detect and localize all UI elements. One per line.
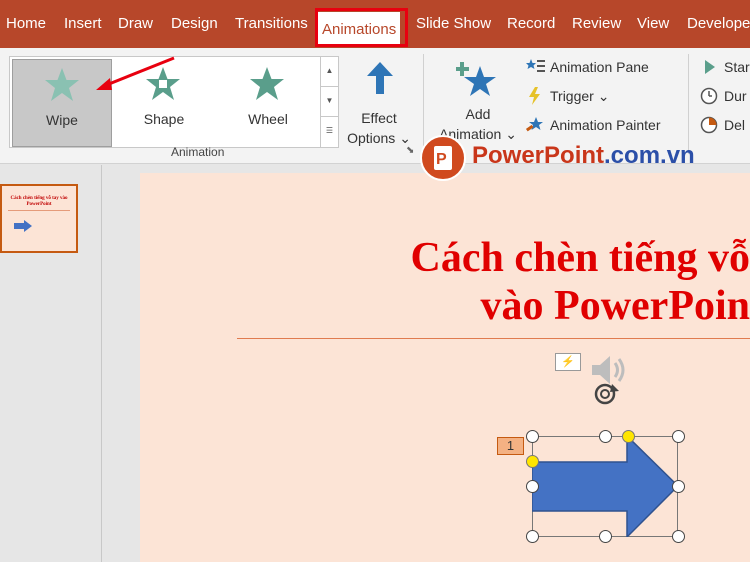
gallery-item-label: Wheel [248,111,288,127]
tab-design[interactable]: Design [171,12,218,36]
slide-thumbnail-pane: Cách chèn tiếng vỗ tay vào PowerPoint [0,165,102,562]
add-animation-star-icon [456,62,496,96]
tab-review[interactable]: Review [572,12,621,36]
tab-developer[interactable]: Develope [687,12,750,36]
wipe-star-icon [45,68,79,101]
gallery-more-icon[interactable]: ☰ [321,117,338,147]
resize-handle[interactable] [526,480,539,493]
thumbnail-arrow-icon [14,220,32,232]
tab-view[interactable]: View [637,12,669,36]
up-arrow-icon [367,62,393,94]
tab-record[interactable]: Record [507,12,555,36]
svg-text:P: P [436,151,447,168]
trigger-indicator-icon[interactable]: ⚡ [555,353,581,371]
annotation-arrow-icon [96,56,175,90]
thumbnail-divider [8,210,70,211]
group-label-animation: Animation [171,145,225,159]
resize-handle[interactable] [672,480,685,493]
watermark-text-part2: .com.vn [604,142,695,169]
add-animation-line1: Add [465,106,491,122]
scroll-up-icon[interactable]: ▲ [321,57,338,87]
effect-options-line1: Effect [361,110,397,126]
gallery-item-label: Shape [143,111,185,127]
tab-slide-show[interactable]: Slide Show [416,12,491,36]
gallery-item-wheel[interactable]: Wheel [218,59,318,147]
resize-handle[interactable] [526,430,539,443]
tab-home[interactable]: Home [6,12,46,36]
effect-options-button[interactable]: Effect Options ⌄ [343,56,415,146]
gallery-scrollbar[interactable]: ▲ ▼ ☰ [320,57,338,147]
right-arrow-shape[interactable] [532,436,678,537]
adjust-handle[interactable] [622,430,635,443]
slide[interactable]: Cách chèn tiếng vỗ vào PowerPoin ⚡ 1 [140,173,750,562]
resize-handle[interactable] [599,530,612,543]
resize-handle[interactable] [672,430,685,443]
thumbnail-title: Cách chèn tiếng vỗ tay vào PowerPoint [10,196,68,207]
slide-title-line2[interactable]: vào PowerPoin [0,283,750,329]
play-icon [705,60,715,74]
watermark-text-part1: PowerPoint [472,142,605,169]
tab-insert[interactable]: Insert [64,12,102,36]
tab-transitions[interactable]: Transitions [235,12,308,36]
scroll-down-icon[interactable]: ▼ [321,87,338,117]
animation-painter-icon [526,117,543,132]
slide-title-line1[interactable]: Cách chèn tiếng vỗ [0,235,750,281]
ribbon-separator [688,54,689,154]
dialog-launcher-icon[interactable]: ⬊ [406,145,414,156]
powerpoint-logo-icon: P [420,135,466,181]
gallery-item-label: Wipe [46,112,78,128]
adjust-handle[interactable] [526,455,539,468]
resize-handle[interactable] [672,530,685,543]
effect-options-line2: Options ⌄ [347,130,411,146]
add-animation-button[interactable]: Add Animation ⌄ [430,54,526,144]
slide-divider-line [237,338,750,339]
lightning-icon [529,87,540,105]
resize-handle[interactable] [526,530,539,543]
tab-highlight-box [315,8,408,47]
resize-handle[interactable] [599,430,612,443]
clock-icon [700,87,718,105]
wheel-star-icon [250,67,284,100]
delay-clock-icon [700,116,718,134]
rotate-handle-icon[interactable] [592,381,622,407]
tab-draw[interactable]: Draw [118,12,153,36]
animation-pane-icon [526,59,545,72]
animation-order-tag[interactable]: 1 [497,437,524,455]
